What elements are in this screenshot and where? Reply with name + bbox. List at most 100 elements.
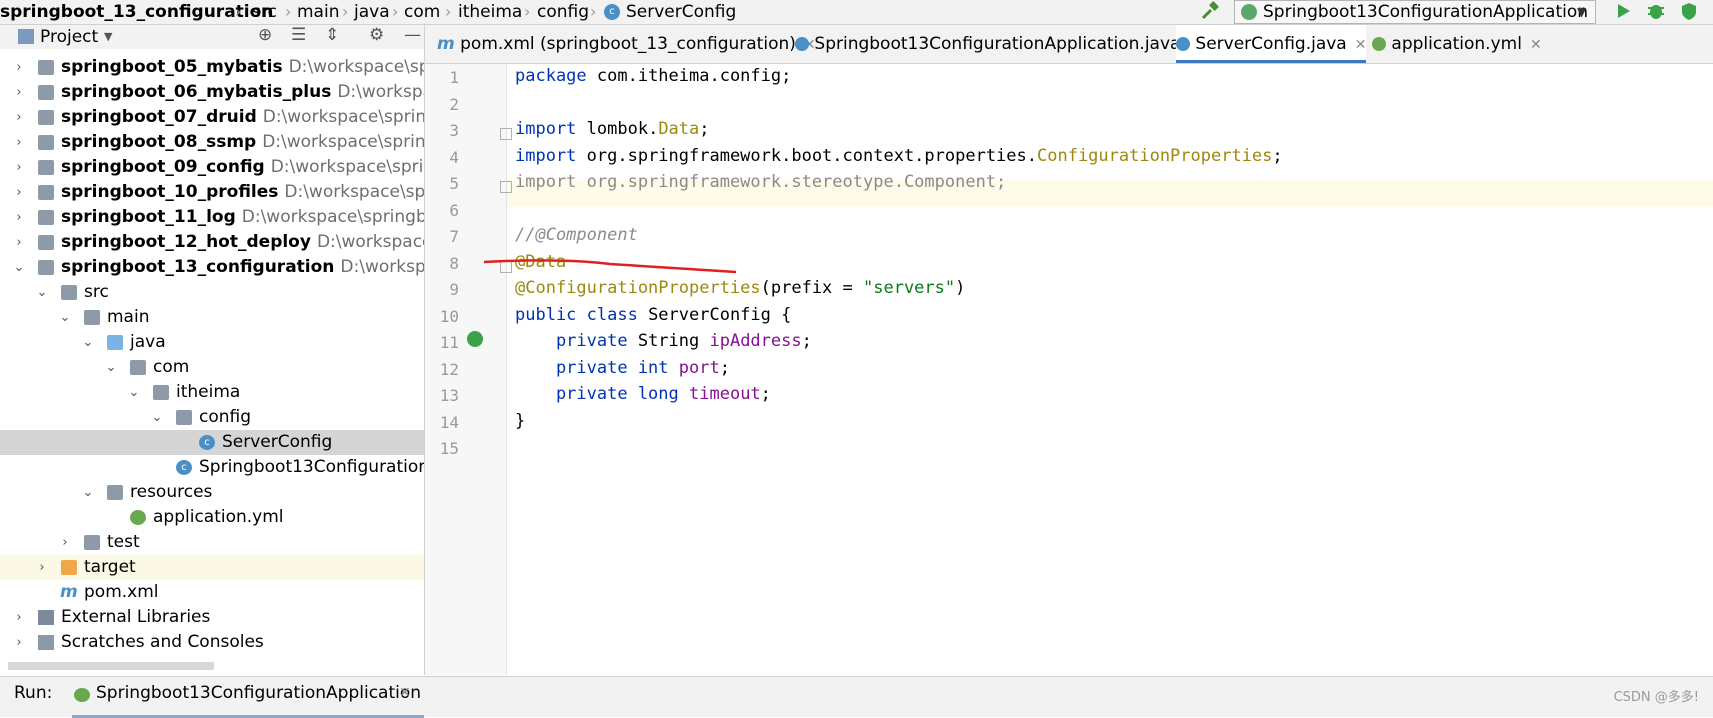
tab-springboot13configurationapplication[interactable]: Springboot13ConfigurationApplication.jav… [795,25,1200,63]
chevron-down-icon[interactable]: ⌄ [127,380,141,405]
code-line[interactable]: public class ServerConfig { [515,305,791,325]
run-tab[interactable]: Springboot13ConfigurationApplication ✕ [72,677,424,718]
tree-item-resources[interactable]: ⌄ resources [0,480,424,505]
breadcrumb-com[interactable]: com [404,1,440,23]
chevron-right-icon[interactable]: › [12,605,26,630]
chevron-down-icon[interactable]: ▼ [104,30,112,43]
tree-item-itheima[interactable]: ⌄ itheima [0,380,424,405]
code-line[interactable]: private String ipAddress; [515,331,812,351]
tree-item-springboot13configurationapplication[interactable]: c Springboot13ConfigurationAp [0,455,424,480]
tree-item-label: itheima [176,382,241,402]
code-line[interactable]: @ConfigurationProperties(prefix = "serve… [515,278,965,298]
tree-item-scratches[interactable]: › Scratches and Consoles [0,630,424,655]
code-line[interactable]: package com.itheima.config; [515,66,791,86]
code-line[interactable]: import org.springframework.stereotype.Co… [515,172,1006,192]
close-icon[interactable]: ✕ [399,685,411,701]
tree-item-test[interactable]: › test [0,530,424,555]
chevron-right-icon[interactable]: › [12,205,26,230]
tree-item-config[interactable]: ⌄ config [0,405,424,430]
build-hammer-icon[interactable] [1199,0,1221,22]
code-line[interactable]: import org.springframework.boot.context.… [515,146,1283,166]
chevron-right-icon[interactable]: › [12,105,26,130]
tree-item-springboot-09-config[interactable]: › springboot_09_configD:\workspace\sprin… [0,155,424,180]
chevron-down-icon[interactable]: ⌄ [12,255,26,280]
module-path: D:\workspace\springboot [262,132,424,152]
tab-pom-xml[interactable]: m pom.xml (springboot_13_configuration) ✕ [437,25,816,63]
tree-item-springboot-06-mybatis-plus[interactable]: › springboot_06_mybatis_plusD:\workspace… [0,80,424,105]
expand-all-icon[interactable]: ⇕ [325,25,339,45]
tree-item-springboot-13-configuration[interactable]: ⌄ springboot_13_configurationD:\workspac… [0,255,424,280]
chevron-down-icon[interactable]: ⌄ [150,405,164,430]
line-number: 7 [449,227,459,246]
chevron-right-icon[interactable]: › [12,55,26,80]
code-line[interactable]: } [515,411,525,431]
code-line[interactable]: private long timeout; [515,384,771,404]
chevron-right-icon[interactable]: › [12,130,26,155]
close-icon[interactable]: ✕ [1355,37,1367,53]
tree-item-external-libraries[interactable]: › External Libraries [0,605,424,630]
run-icon[interactable] [1612,0,1634,22]
tree-item-serverconfig[interactable]: c ServerConfig [0,430,424,455]
horizontal-scrollbar[interactable] [8,662,214,670]
chevron-right-icon[interactable]: › [12,155,26,180]
tree-item-springboot-08-ssmp[interactable]: › springboot_08_ssmpD:\workspace\springb… [0,130,424,155]
tree-item-label: Springboot13ConfigurationAp [199,457,424,477]
chevron-right-icon[interactable]: › [35,555,49,580]
tree-item-pom-xml[interactable]: m pom.xml [0,580,424,605]
collapse-all-icon[interactable]: ☰ [291,25,306,45]
project-panel-title[interactable]: Project [40,25,98,49]
breadcrumb-java[interactable]: java [354,1,390,23]
chevron-right-icon[interactable]: › [58,530,72,555]
breadcrumb-serverconfig[interactable]: ServerConfig [626,1,736,23]
chevron-right-icon[interactable]: › [12,80,26,105]
source-folder-icon [107,335,123,350]
chevron-down-icon[interactable]: ⌄ [81,480,95,505]
tree-item-label: target [84,557,136,577]
tree-item-label: java [130,332,166,352]
tree-item-label: com [153,357,190,377]
breadcrumb-config[interactable]: config [537,1,589,23]
chevron-down-icon[interactable]: ⌄ [58,305,72,330]
tree-item-main[interactable]: ⌄ main [0,305,424,330]
hide-panel-icon[interactable]: — [404,25,421,45]
tree-item-springboot-05-mybatis[interactable]: › springboot_05_mybatisD:\workspace\spri… [0,55,424,80]
tree-item-label: ServerConfig [222,432,333,452]
run-configuration-selector[interactable]: Springboot13ConfigurationApplication ▼ [1234,0,1596,24]
gear-icon[interactable]: ⚙ [369,25,384,45]
tab-serverconfig[interactable]: ServerConfig.java ✕ [1176,25,1367,63]
tab-application-yml[interactable]: application.yml ✕ [1372,25,1542,63]
code-line[interactable]: import lombok.Data; [515,119,710,139]
code-line[interactable]: private int port; [515,358,730,378]
close-icon[interactable]: ✕ [1530,37,1542,53]
tree-item-springboot-12-hot-deploy[interactable]: › springboot_12_hot_deployD:\workspace\s… [0,230,424,255]
chevron-down-icon[interactable]: ⌄ [104,355,118,380]
module-name: springboot_07_druid [61,107,257,127]
tree-item-java[interactable]: ⌄ java [0,330,424,355]
tree-item-src[interactable]: ⌄ src [0,280,424,305]
breadcrumb-separator: › [342,2,349,21]
breadcrumb-itheima[interactable]: itheima [458,1,522,23]
breadcrumb-project[interactable]: springboot_13_configuration [0,1,273,23]
fold-marker-icon[interactable] [500,128,512,140]
chevron-right-icon[interactable]: › [12,230,26,255]
tree-item-springboot-07-druid[interactable]: › springboot_07_druidD:\workspace\spring… [0,105,424,130]
code-line[interactable]: //@Component [515,225,638,245]
tree-item-target[interactable]: › target [0,555,424,580]
chevron-right-icon[interactable]: › [12,630,26,655]
tree-item-springboot-10-profiles[interactable]: › springboot_10_profilesD:\workspace\spr… [0,180,424,205]
tree-item-springboot-11-log[interactable]: › springboot_11_logD:\workspace\springbo… [0,205,424,230]
tree-item-application-yml[interactable]: application.yml [0,505,424,530]
spring-bean-gutter-icon[interactable] [467,331,483,347]
locate-icon[interactable]: ⊕ [258,25,272,45]
coverage-icon[interactable] [1678,0,1700,22]
chevron-down-icon[interactable]: ⌄ [81,330,95,355]
breadcrumb-main[interactable]: main [297,1,339,23]
debug-icon[interactable] [1645,0,1667,22]
libraries-icon [38,610,54,625]
breadcrumb-src[interactable]: src [252,1,277,23]
chevron-down-icon[interactable]: ⌄ [35,280,49,305]
maven-icon: m [60,582,78,602]
fold-marker-icon[interactable] [500,181,512,193]
chevron-right-icon[interactable]: › [12,180,26,205]
tree-item-com[interactable]: ⌄ com [0,355,424,380]
